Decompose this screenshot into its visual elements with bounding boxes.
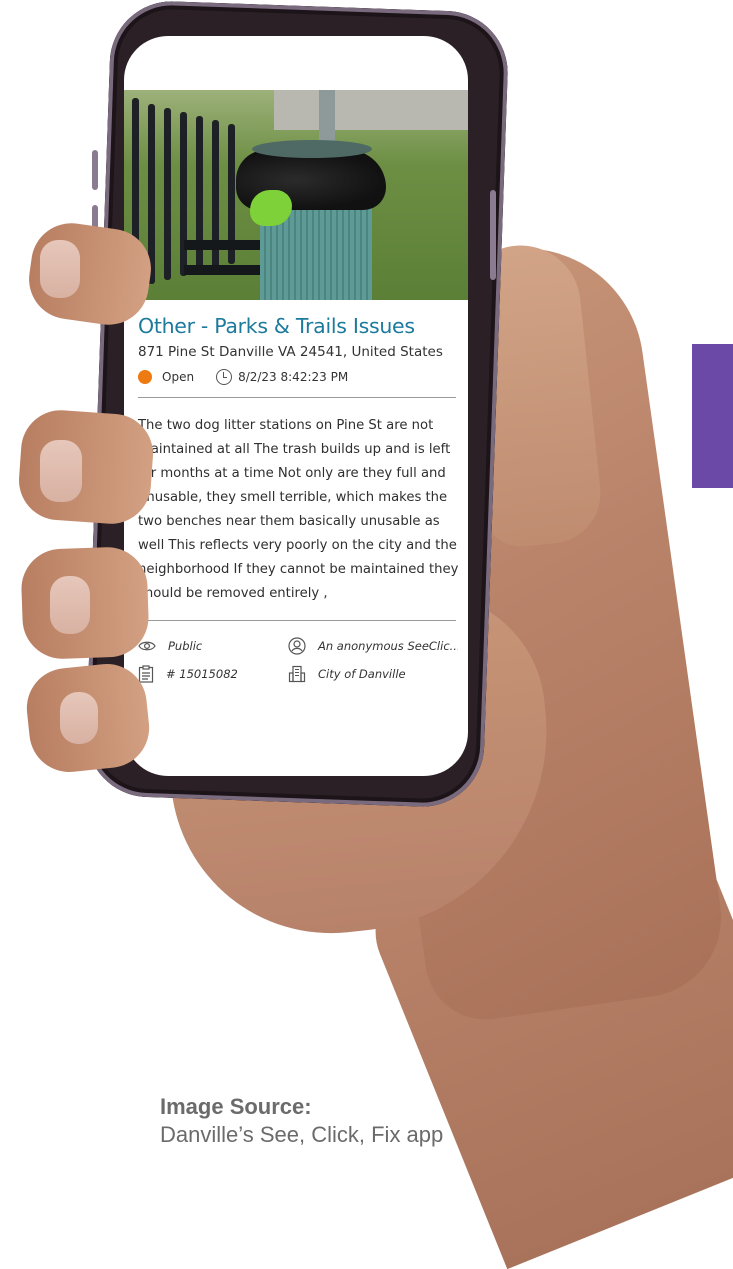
phone-volume-button: [92, 150, 98, 190]
caption-subtitle: Danville’s See, Click, Fix app: [160, 1122, 444, 1147]
photo-bench-slat: [164, 108, 171, 280]
user-icon: [288, 637, 306, 655]
image-caption: Image Source: Danville’s See, Click, Fix…: [160, 1094, 443, 1148]
photo-can-lid: [252, 140, 372, 158]
report-meta: Open 8/2/23 8:42:23 PM: [138, 369, 456, 385]
photo-bench-slat: [196, 116, 203, 274]
fingernail: [40, 240, 80, 298]
organization-item[interactable]: City of Danville: [288, 665, 458, 683]
report-timestamp: 8/2/23 8:42:23 PM: [238, 370, 349, 384]
clock-icon: [216, 369, 233, 385]
reporter-name: An anonymous SeeClic...: [318, 639, 458, 653]
fingernail: [40, 440, 82, 502]
photo-sidewalk: [274, 90, 468, 130]
report-address[interactable]: 871 Pine St Danville VA 24541, United St…: [138, 344, 456, 360]
eye-icon: [138, 641, 156, 651]
report-info-grid: Public An anonymous SeeClic... # 1501508…: [138, 637, 458, 683]
building-icon: [288, 665, 306, 683]
purple-accent-block: [692, 344, 733, 488]
caption-title: Image Source:: [160, 1094, 312, 1119]
visibility-label: Public: [168, 639, 203, 653]
visibility-item: Public: [138, 637, 288, 655]
fingernail: [50, 576, 90, 634]
divider: [138, 397, 456, 398]
issue-number-item: # 15015082: [138, 665, 288, 683]
report-description: The two dog litter stations on Pine St a…: [138, 418, 459, 601]
photo-bench-seat: [184, 240, 264, 250]
divider: [138, 620, 456, 621]
report-photo[interactable]: [124, 90, 468, 300]
photo-bench-slat: [180, 112, 187, 276]
clipboard-icon: [138, 665, 154, 683]
phone-screen: Other - Parks & Trails Issues 871 Pine S…: [124, 36, 468, 776]
organization-name: City of Danville: [318, 667, 406, 681]
issue-number: # 15015082: [166, 667, 238, 681]
reporter-item[interactable]: An anonymous SeeClic...: [288, 637, 458, 655]
hand-middle-finger: [16, 407, 156, 527]
status-dot-icon: [138, 370, 152, 384]
fingernail: [60, 692, 98, 744]
report-details: Other - Parks & Trails Issues 871 Pine S…: [138, 314, 458, 683]
phone-power-button: [490, 190, 496, 280]
status-badge: Open: [162, 370, 195, 384]
report-title: Other - Parks & Trails Issues: [138, 314, 415, 338]
